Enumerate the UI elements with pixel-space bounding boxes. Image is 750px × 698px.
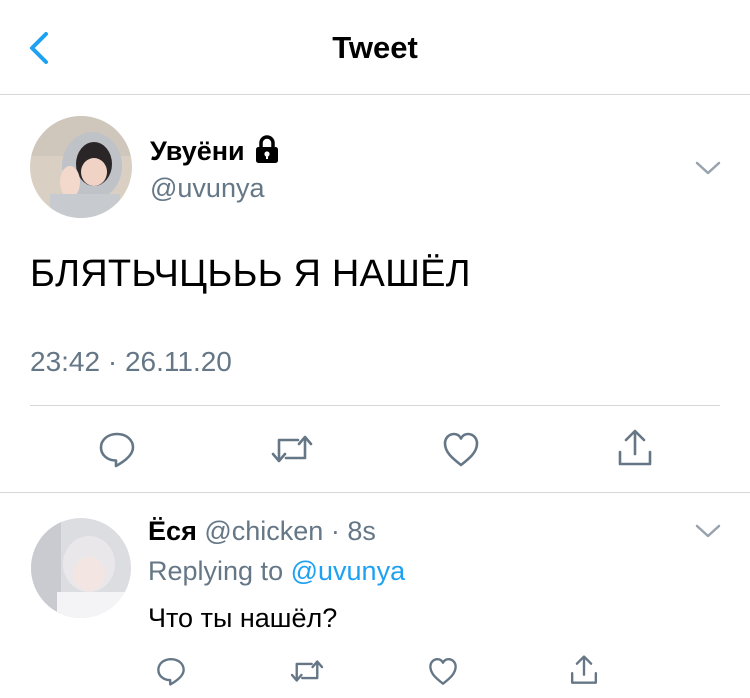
share-icon[interactable]	[616, 428, 654, 468]
replying-to-handle-link[interactable]: @uvunya	[291, 556, 405, 586]
reply-separator: ·	[330, 516, 340, 546]
reply-icon[interactable]	[98, 430, 136, 468]
replying-to-line: Replying to @uvunya	[148, 556, 405, 587]
reply-chevron-down-icon[interactable]	[694, 521, 722, 541]
replying-to-label: Replying to	[148, 556, 284, 586]
reply-time: 8s	[347, 516, 376, 546]
reply-author-handle[interactable]: @chicken	[204, 516, 323, 546]
tweet-timestamp: 23:42 · 26.11.20	[30, 346, 232, 377]
section-divider	[0, 492, 750, 493]
reply-header: Ёся @chicken · 8s	[148, 516, 376, 547]
reply-avatar[interactable]	[31, 518, 131, 618]
retweet-icon[interactable]	[270, 430, 314, 468]
reply-author-name[interactable]: Ёся	[148, 516, 197, 546]
like-icon[interactable]	[442, 430, 480, 468]
author-name-row: Увуёни	[150, 134, 281, 167]
reply-avatar-photo	[31, 518, 131, 618]
author-display-name[interactable]: Увуёни	[150, 136, 245, 166]
page-title: Tweet	[332, 30, 418, 65]
tweet-text: БЛЯТЬЧЦЬЬЬ Я НАШЁЛ	[30, 253, 471, 295]
chevron-down-icon[interactable]	[694, 158, 722, 178]
avatar[interactable]	[30, 116, 132, 218]
divider	[30, 405, 720, 406]
lock-icon	[256, 135, 279, 163]
reply-text: Что ты нашёл?	[148, 603, 338, 633]
reply-reply-icon[interactable]	[156, 656, 186, 686]
reply-retweet-icon[interactable]	[289, 656, 325, 686]
reply-share-icon[interactable]	[569, 654, 599, 686]
reply-like-icon[interactable]	[428, 656, 458, 686]
avatar-photo	[30, 116, 132, 218]
author-handle[interactable]: @uvunya	[150, 173, 264, 204]
